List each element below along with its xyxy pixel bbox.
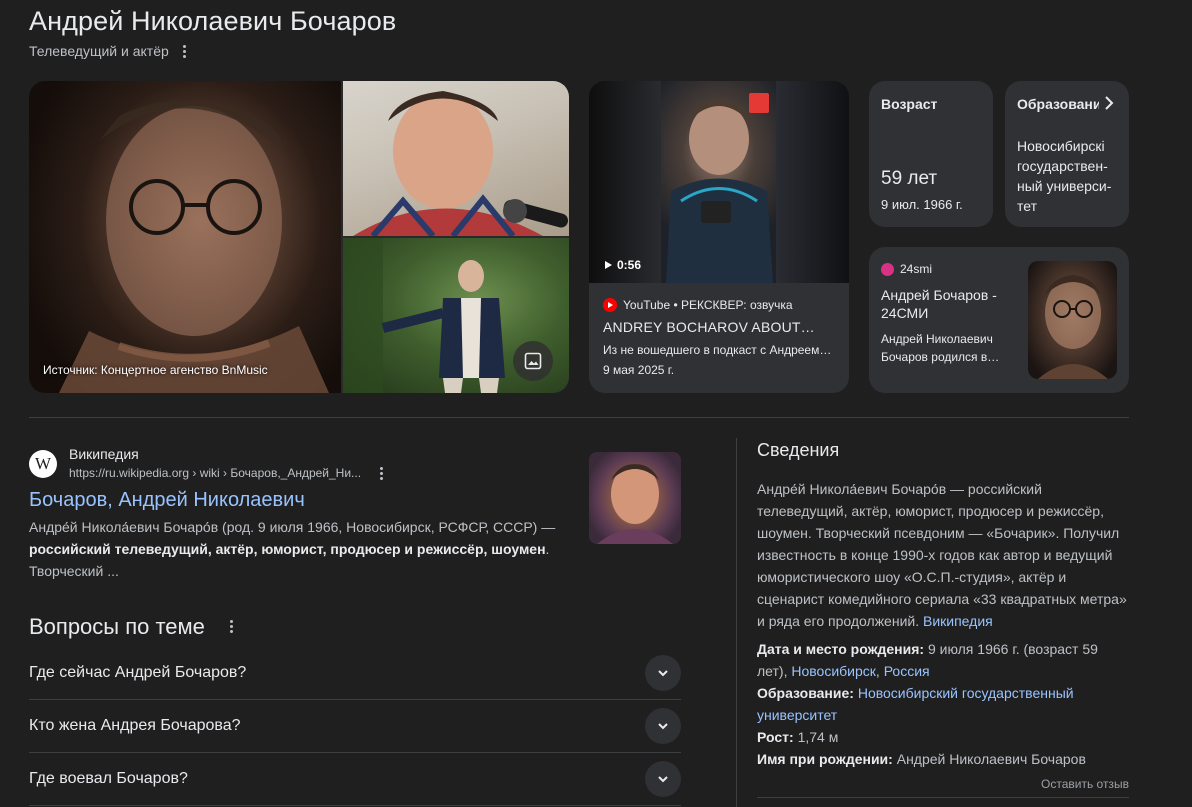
result-thumbnail[interactable] <box>589 452 681 544</box>
result-snippet: Андре́й Никола́евич Бочаро́в (род. 9 июл… <box>29 519 556 579</box>
fact-birth-name: Имя при рождении: Андрей Николаевич Боча… <box>757 751 1086 767</box>
image-source-caption: Источник: Концертное агенство BnMusic <box>43 363 268 377</box>
more-options-icon[interactable] <box>177 44 191 58</box>
play-icon <box>605 261 612 269</box>
news-card[interactable]: 24smi Андрей Бочаров - 24СМИ Андрей Нико… <box>869 247 1129 393</box>
channel-badge-icon <box>749 93 769 113</box>
result-site-name[interactable]: Википедия <box>69 446 139 462</box>
section-divider <box>29 417 1129 418</box>
birth-country-link[interactable]: Россия <box>884 663 930 679</box>
education-card[interactable]: Образование Новосибирскі государствен- н… <box>1005 81 1129 227</box>
panel-bottom-divider <box>757 797 1129 798</box>
video-description: Из не вошедшего в подкаст с Андреем… <box>603 343 832 357</box>
image-search-button[interactable] <box>513 341 553 381</box>
chevron-right-icon[interactable] <box>1101 94 1117 112</box>
question-item[interactable]: Где сейчас Андрей Бочаров? <box>29 647 681 700</box>
info-description: Андре́й Никола́евич Бочаро́в — российски… <box>757 481 1127 629</box>
age-card[interactable]: Возраст 59 лет 9 июл. 1966 г. <box>869 81 993 227</box>
questions-heading: Вопросы по теме <box>29 614 205 639</box>
outdoor-photo-image[interactable] <box>343 238 569 393</box>
result-options-icon[interactable] <box>374 466 388 480</box>
question-item[interactable]: Где воевал Бочаров? <box>29 753 681 806</box>
page-subtitle: Телеведущий и актёр <box>29 43 169 59</box>
birth-city-link[interactable]: Новосибирск <box>791 663 876 679</box>
video-card[interactable]: 0:56 YouTube • РЕКСКВЕР: озвучка ANDREY … <box>589 81 849 393</box>
info-heading: Сведения <box>757 440 840 460</box>
education-value: Новосибирскі государствен- ный универси-… <box>1017 138 1112 214</box>
youtube-icon <box>603 298 617 312</box>
24smi-icon <box>881 262 894 276</box>
chevron-down-icon[interactable] <box>645 761 681 797</box>
chevron-down-icon[interactable] <box>645 655 681 691</box>
video-source: YouTube • РЕКСКВЕР: озвучка <box>603 298 793 312</box>
news-description: Андрей Николаевич Бочаров родился в… <box>881 332 1000 364</box>
video-duration: 0:56 <box>605 258 641 272</box>
news-source: 24smi <box>881 262 932 276</box>
video-date: 9 мая 2025 г. <box>603 363 675 377</box>
question-item[interactable]: Кто жена Андрея Бочарова? <box>29 700 681 753</box>
birth-date: 9 июл. 1966 г. <box>881 197 963 212</box>
fact-education: Образование: Новосибирский государственн… <box>757 685 1074 723</box>
result-url[interactable]: https://ru.wikipedia.org › wiki › Бочаро… <box>69 466 361 480</box>
fact-birth: Дата и место рождения: 9 июля 1966 г. (в… <box>757 641 1098 679</box>
video-thumbnail[interactable]: 0:56 <box>589 81 849 283</box>
smiling-photo-image[interactable] <box>343 81 569 236</box>
chevron-down-icon[interactable] <box>645 708 681 744</box>
news-thumbnail[interactable] <box>1028 261 1117 379</box>
image-icon <box>524 352 542 370</box>
panel-divider <box>736 438 737 807</box>
questions-options-icon[interactable] <box>224 619 238 633</box>
result-title-link[interactable]: Бочаров, Андрей Николаевич <box>29 489 305 512</box>
age-heading: Возраст <box>881 96 938 112</box>
fact-height: Рост: 1,74 м <box>757 729 839 745</box>
main-portrait-image[interactable]: Источник: Концертное агенство BnMusic <box>29 81 341 393</box>
feedback-link[interactable]: Оставить отзыв <box>1041 777 1129 791</box>
age-value: 59 лет <box>881 168 938 189</box>
page-title: Андрей Николаевич Бочаров <box>29 6 397 36</box>
education-heading: Образование <box>1017 96 1099 112</box>
wikipedia-icon[interactable]: W <box>29 450 57 478</box>
wikipedia-source-link[interactable]: Википедия <box>923 613 993 629</box>
video-title[interactable]: ANDREY BOCHAROV ABOUT… <box>603 319 839 335</box>
news-title[interactable]: Андрей Бочаров - 24СМИ <box>881 286 1021 322</box>
image-collage[interactable]: Источник: Концертное агенство BnMusic <box>29 81 569 393</box>
